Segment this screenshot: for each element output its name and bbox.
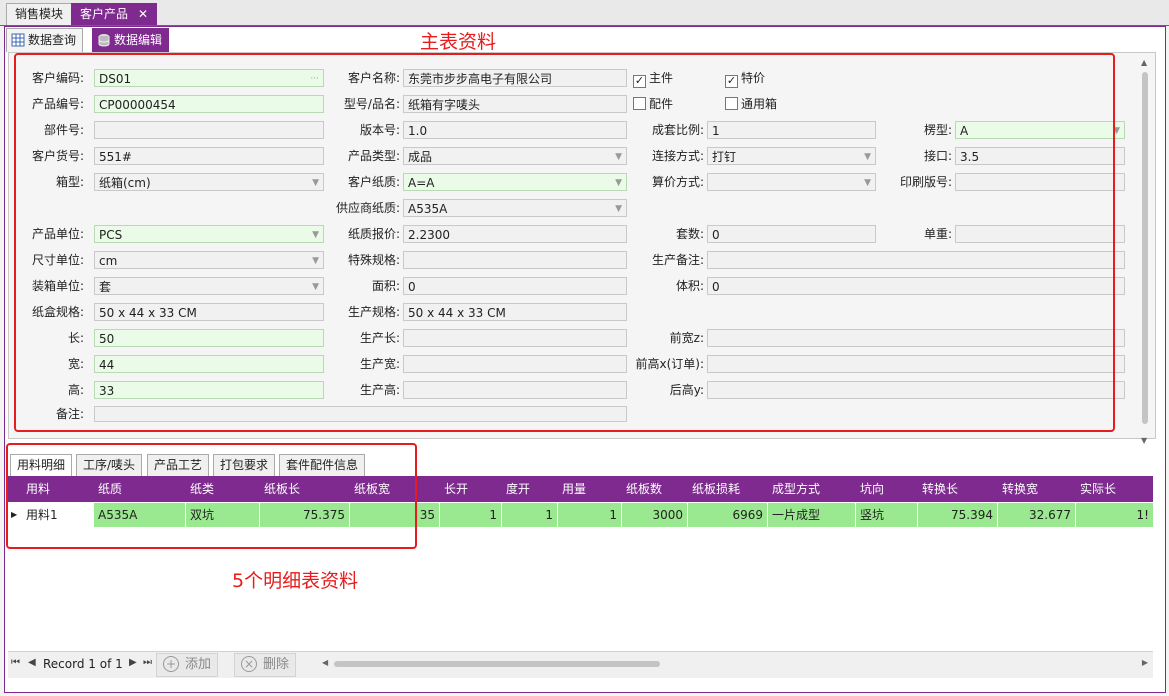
column-header[interactable]: 纸板损耗 <box>688 476 768 502</box>
tab-data-query-label: 数据查询 <box>28 33 77 47</box>
column-header[interactable]: 度开 <box>502 476 558 502</box>
module-tab-strip: 销售模块 客户产品 ✕ <box>0 0 1169 26</box>
column-header[interactable]: 实际长 <box>1076 476 1153 502</box>
tab-customer-product-label: 客户产品 <box>80 7 129 21</box>
detail-annotation-label: 5个明细表资料 <box>232 570 359 592</box>
table-cell[interactable]: 1! <box>1076 503 1153 527</box>
add-button[interactable]: + 添加 <box>156 653 219 677</box>
table-cell[interactable]: 一片成型 <box>768 503 856 527</box>
column-header[interactable]: 成型方式 <box>768 476 856 502</box>
last-record-icon[interactable]: ⏭ <box>143 657 152 668</box>
table-cell[interactable]: 1 <box>558 503 622 527</box>
tab-sales-module[interactable]: 销售模块 <box>6 3 73 25</box>
prev-record-icon[interactable]: ◀ <box>28 657 36 668</box>
scroll-up-icon[interactable]: ▲ <box>1141 58 1147 67</box>
horizontal-scrollbar[interactable]: ◀ ▶ <box>322 658 1148 669</box>
next-record-icon[interactable]: ▶ <box>129 657 137 668</box>
scrollbar-thumb[interactable] <box>334 661 660 667</box>
column-header[interactable]: 纸板数 <box>622 476 686 502</box>
close-icon[interactable]: ✕ <box>138 7 148 21</box>
delete-button-label: 删除 <box>263 657 290 672</box>
record-counter: Record 1 of 1 <box>43 657 123 671</box>
column-header[interactable]: 长开 <box>440 476 502 502</box>
table-cell[interactable]: 竖坑 <box>856 503 918 527</box>
record-navigator: ⏮ ◀ Record 1 of 1 ▶ ⏭ + 添加 × 删除 ◀ ▶ <box>8 651 1153 678</box>
tab-data-edit[interactable]: 数据编辑 <box>92 28 170 52</box>
table-cell[interactable]: 1 <box>440 503 502 527</box>
first-record-icon[interactable]: ⏮ <box>11 657 20 668</box>
column-header[interactable]: 转换宽 <box>998 476 1076 502</box>
tab-data-edit-label: 数据编辑 <box>114 33 163 47</box>
column-header[interactable]: 转换长 <box>918 476 998 502</box>
scroll-right-icon[interactable]: ▶ <box>1142 658 1148 667</box>
table-cell[interactable]: 3000 <box>622 503 688 527</box>
tab-customer-product[interactable]: 客户产品 ✕ <box>71 3 158 25</box>
close-circle-icon: × <box>241 656 257 672</box>
delete-button[interactable]: × 删除 <box>234 653 297 677</box>
table-cell[interactable]: 32.677 <box>998 503 1076 527</box>
detail-annotation-box <box>6 443 417 549</box>
scroll-left-icon[interactable]: ◀ <box>322 658 328 667</box>
column-header[interactable]: 用量 <box>558 476 622 502</box>
tab-sales-module-label: 销售模块 <box>15 7 64 21</box>
table-cell[interactable]: 75.394 <box>918 503 998 527</box>
column-header[interactable]: 坑向 <box>856 476 918 502</box>
master-annotation-label: 主表资料 <box>420 31 497 53</box>
master-annotation-box <box>14 53 1115 432</box>
table-cell[interactable]: 6969 <box>688 503 768 527</box>
vertical-scrollbar[interactable]: ▲ ▼ <box>1139 58 1151 448</box>
scroll-down-icon[interactable]: ▼ <box>1141 436 1147 445</box>
scrollbar-thumb[interactable] <box>1142 72 1148 424</box>
table-cell[interactable]: 1 <box>502 503 558 527</box>
tab-data-query[interactable]: 数据查询 <box>6 28 84 52</box>
table-grid-icon <box>11 32 25 47</box>
add-button-label: 添加 <box>185 657 212 672</box>
database-icon <box>97 32 111 47</box>
plus-icon: + <box>163 656 179 672</box>
